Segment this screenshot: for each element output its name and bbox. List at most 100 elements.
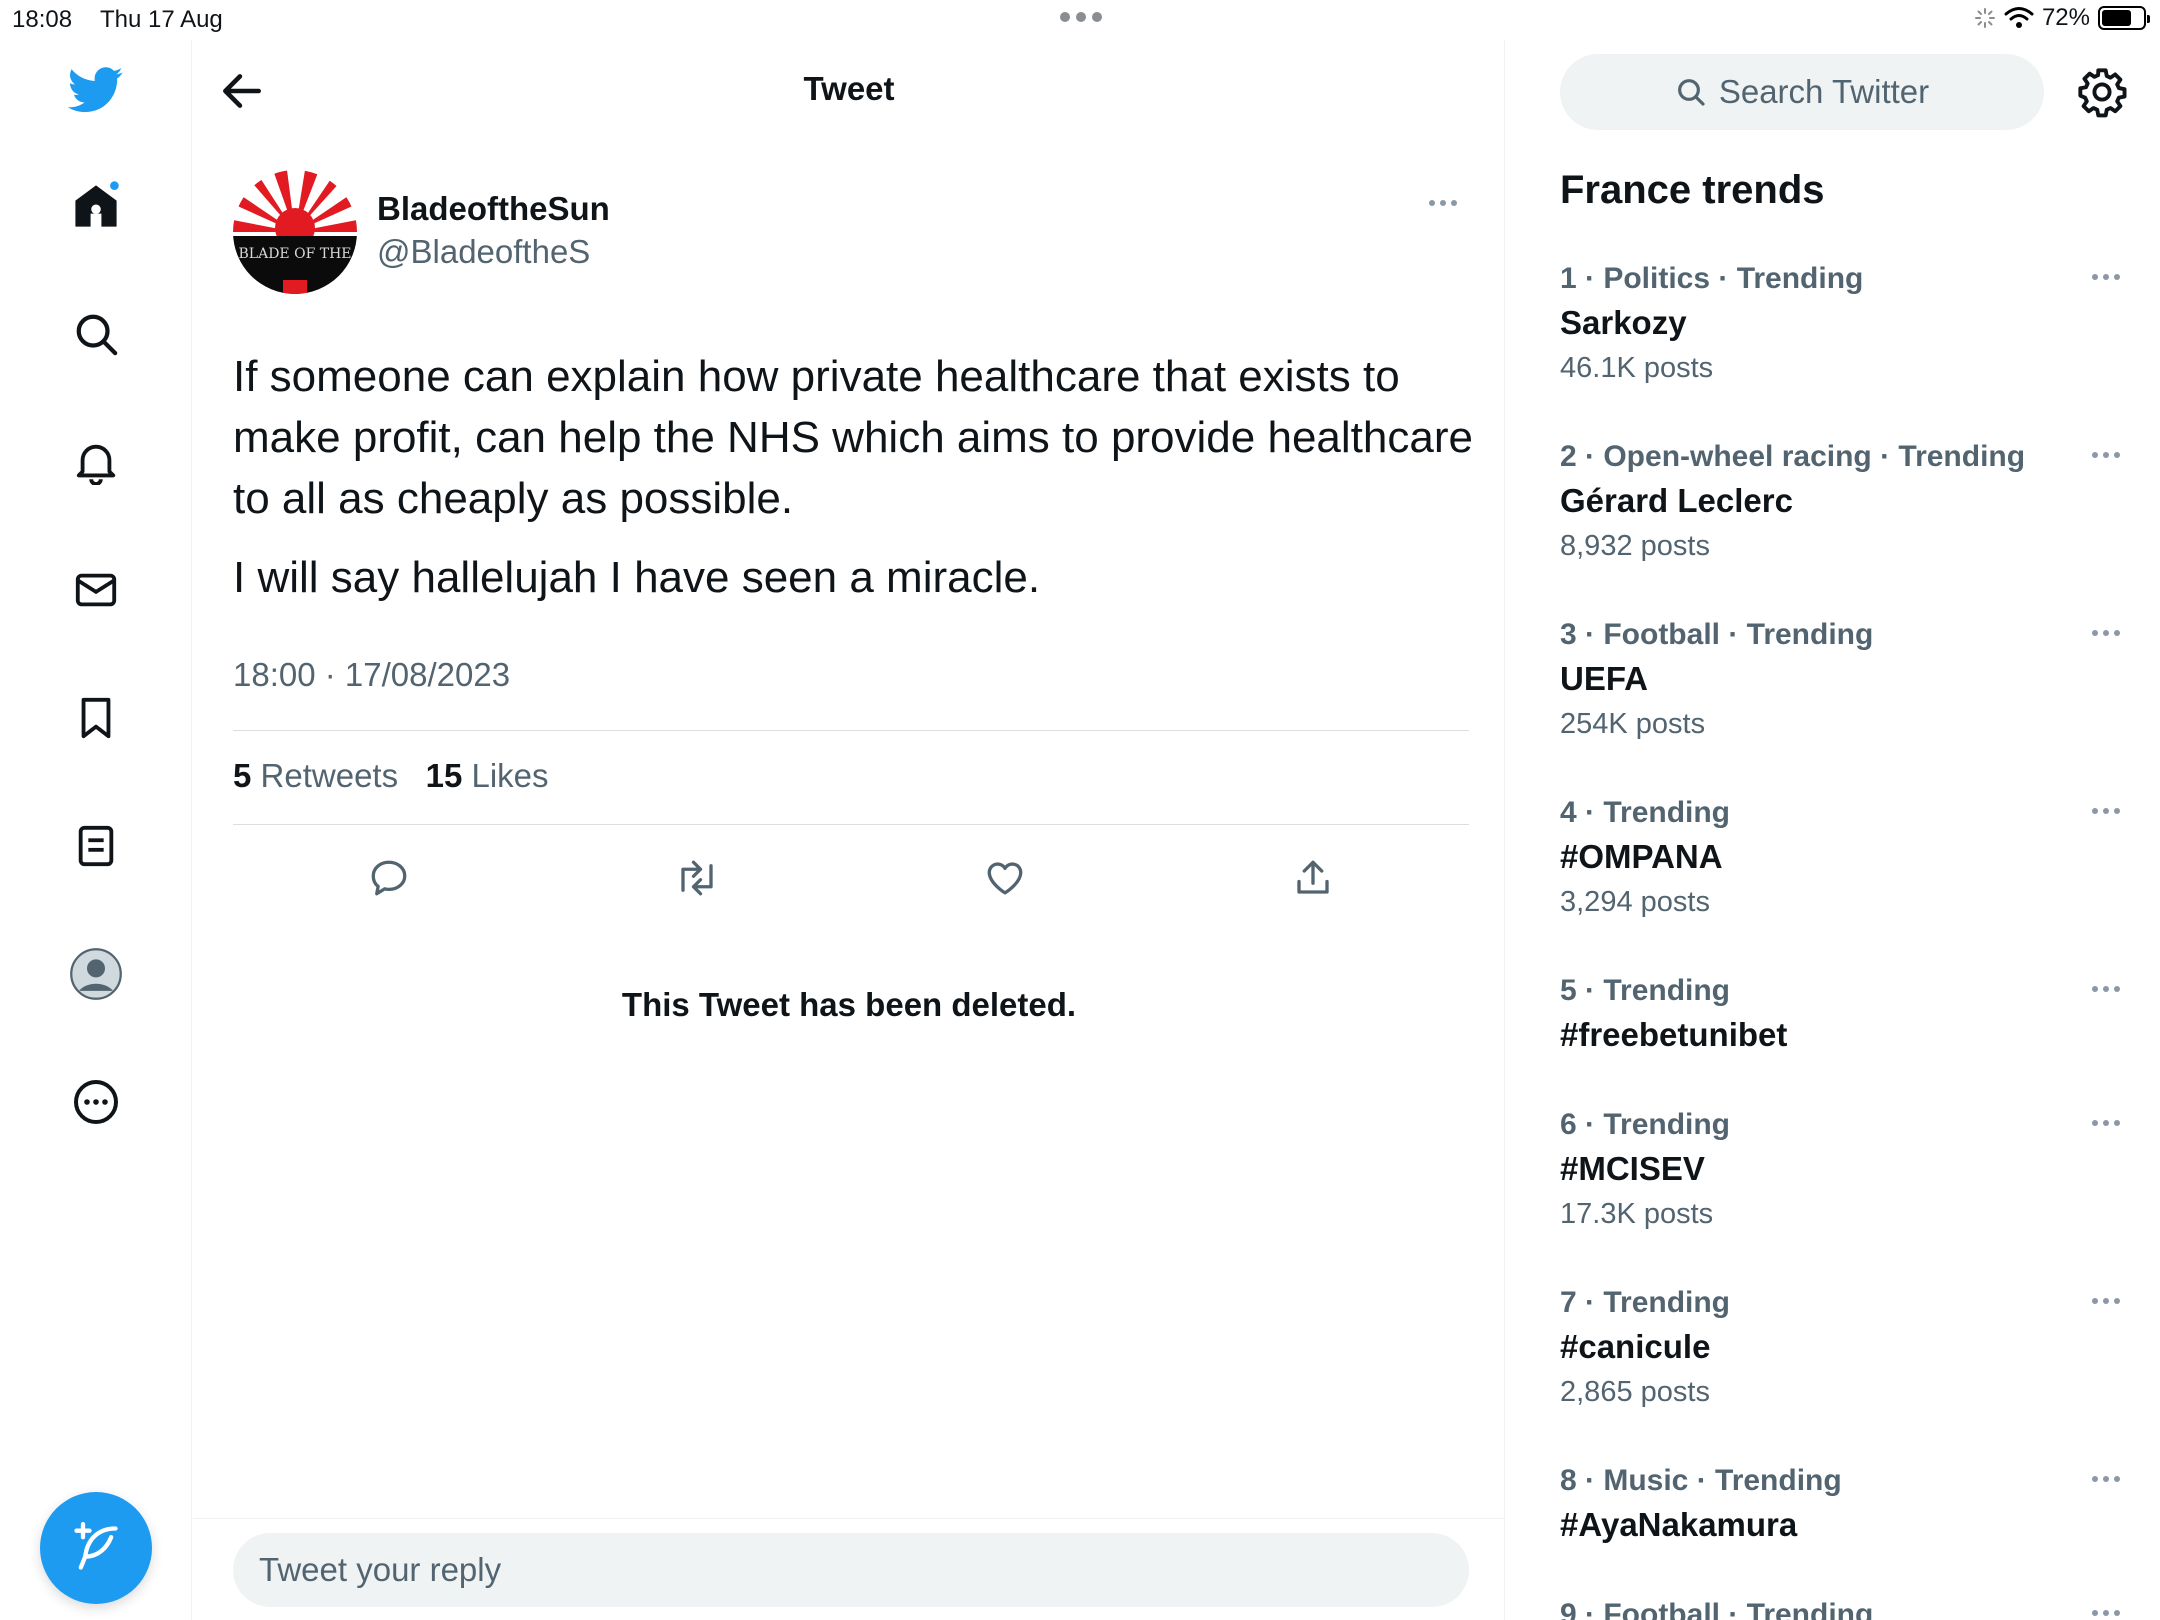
trends-title: France trends (1560, 168, 1825, 212)
trend-meta: 6 · Trending (1560, 1108, 1731, 1141)
heart-icon (987, 862, 1023, 895)
status-time: 18:08 (12, 6, 73, 33)
trend-name: #MCISEV (1560, 1150, 1705, 1187)
twitter-logo-icon[interactable] (60, 54, 132, 126)
search-icon (1677, 79, 1705, 106)
trend-count: 3,294 posts (1560, 886, 1710, 918)
status-indicators: 72% (1974, 4, 2150, 32)
trend-more-options-icon[interactable] (2092, 630, 2120, 636)
trend-meta: 2 · Open-wheel racing · Trending (1560, 440, 2026, 473)
tweet-stats: 5 Retweets 15 Likes (233, 757, 549, 795)
tweet-timestamp[interactable]: 18:00 · 17/08/2023 (233, 656, 510, 694)
author-handle[interactable]: @BladeoftheS (377, 233, 590, 271)
settings-button[interactable] (2076, 66, 2128, 118)
tweet-text-paragraph: I will say hallelujah I have seen a mira… (233, 553, 1041, 602)
messages-icon[interactable] (60, 554, 132, 626)
avatar-text: BLADE OF THE (239, 246, 352, 262)
notifications-icon[interactable] (60, 426, 132, 498)
page-title: Tweet (803, 70, 895, 107)
trend-count: 254K posts (1560, 708, 1706, 740)
trend-meta: 8 · Music · Trending (1560, 1464, 1842, 1497)
trend-item[interactable]: 3 · Football · Trending UEFA 254K posts (1560, 618, 2120, 741)
trend-more-options-icon[interactable] (2092, 986, 2120, 992)
reply-input[interactable]: Tweet your reply (233, 1533, 1469, 1607)
loading-spinner-icon (1974, 8, 1995, 28)
trend-count: 2,865 posts (1560, 1376, 1710, 1408)
tweet-detail-column: Tweet BLADE OF THE BladeoftheSun @Bladeo… (193, 40, 1505, 1620)
reply-button[interactable] (359, 848, 419, 908)
left-navigation (0, 40, 192, 1620)
search-icon[interactable] (60, 298, 132, 370)
trend-item[interactable]: 7 · Trending #canicule 2,865 posts (1560, 1286, 2120, 1409)
reply-icon (371, 860, 407, 896)
trend-name: #AyaNakamura (1560, 1506, 1798, 1543)
battery-icon (2098, 6, 2150, 30)
trend-meta: 7 · Trending (1560, 1286, 1731, 1319)
like-button[interactable] (975, 848, 1035, 908)
trend-name: UEFA (1560, 660, 1649, 697)
trend-item[interactable]: 5 · Trending #freebetunibet (1560, 974, 2120, 1054)
trend-meta: 3 · Football · Trending (1560, 618, 1874, 651)
likes-stat[interactable]: 15 Likes (426, 757, 549, 794)
lists-icon[interactable] (60, 810, 132, 882)
more-icon[interactable] (60, 1066, 132, 1138)
multitasking-dots-icon[interactable] (1060, 12, 1102, 22)
compose-tweet-button[interactable] (40, 1492, 152, 1604)
retweets-stat[interactable]: 5 Retweets (233, 757, 398, 794)
bookmarks-icon[interactable] (60, 682, 132, 754)
trend-more-options-icon[interactable] (2092, 452, 2120, 458)
retweet-icon (681, 860, 713, 896)
divider (233, 824, 1469, 825)
likes-count: 15 (425, 757, 463, 794)
profile-icon[interactable] (60, 938, 132, 1010)
compose-feather-icon (74, 1522, 118, 1570)
retweets-count: 5 (233, 757, 252, 794)
trend-item[interactable]: 4 · Trending #OMPANA 3,294 posts (1560, 796, 2120, 919)
gear-icon (2078, 68, 2127, 118)
share-icon (1297, 860, 1329, 894)
trend-more-options-icon[interactable] (2092, 1476, 2120, 1482)
trend-name: #OMPANA (1560, 838, 1723, 875)
trends-sidebar: Search Twitter France trends 1 · Politic… (1506, 40, 2160, 1620)
author-name[interactable]: BladeoftheSun (377, 190, 610, 228)
battery-percent: 72% (2041, 4, 2090, 31)
trend-meta: 9 · Football · Trending (1560, 1598, 1874, 1620)
share-button[interactable] (1283, 848, 1343, 908)
deleted-tweet-notice: This Tweet has been deleted. (621, 986, 1077, 1023)
trend-count: 17.3K posts (1560, 1198, 1714, 1230)
tweet-text-paragraph: If someone can explain how private healt… (233, 352, 1473, 523)
trend-meta: 1 · Politics · Trending (1560, 262, 1864, 295)
trend-item[interactable]: 1 · Politics · Trending Sarkozy 46.1K po… (1560, 262, 2120, 385)
trend-more-options-icon[interactable] (2092, 274, 2120, 280)
trend-more-options-icon[interactable] (2092, 1298, 2120, 1304)
trend-item[interactable]: 9 · Football · Trending (1560, 1598, 2120, 1620)
wifi-icon (2004, 7, 2034, 28)
likes-label: Likes (471, 757, 549, 794)
search-field[interactable]: Search Twitter (1560, 54, 2044, 130)
status-date: Thu 17 Aug (100, 6, 223, 33)
retweet-button[interactable] (667, 848, 727, 908)
divider (233, 730, 1469, 731)
tweet-more-options-icon[interactable] (1429, 200, 1457, 206)
trend-name: Sarkozy (1560, 304, 1687, 341)
search-placeholder: Search Twitter (1718, 73, 1930, 110)
trend-more-options-icon[interactable] (2092, 1610, 2120, 1616)
tweet-text: If someone can explain how private healt… (233, 346, 1483, 608)
trend-item[interactable]: 6 · Trending #MCISEV 17.3K posts (1560, 1108, 2120, 1231)
trend-name: #freebetunibet (1560, 1016, 1788, 1053)
trend-more-options-icon[interactable] (2092, 808, 2120, 814)
trend-meta: 5 · Trending (1560, 974, 1731, 1007)
trend-meta: 4 · Trending (1560, 796, 1731, 829)
home-icon[interactable] (60, 170, 132, 242)
author-avatar[interactable]: BLADE OF THE (233, 170, 357, 294)
trend-more-options-icon[interactable] (2092, 1120, 2120, 1126)
trend-item[interactable]: 8 · Music · Trending #AyaNakamura (1560, 1464, 2120, 1544)
retweets-label: Retweets (260, 757, 399, 794)
reply-bar: Tweet your reply (193, 1518, 1505, 1620)
tweet-actions-bar (193, 848, 1505, 908)
status-bar: 18:08 Thu 17 Aug 72% (0, 0, 2160, 40)
trend-name: #canicule (1560, 1328, 1711, 1365)
trend-item[interactable]: 2 · Open-wheel racing · Trending Gérard … (1560, 440, 2120, 563)
trend-name: Gérard Leclerc (1560, 482, 1793, 519)
trend-count: 8,932 posts (1560, 530, 1710, 562)
